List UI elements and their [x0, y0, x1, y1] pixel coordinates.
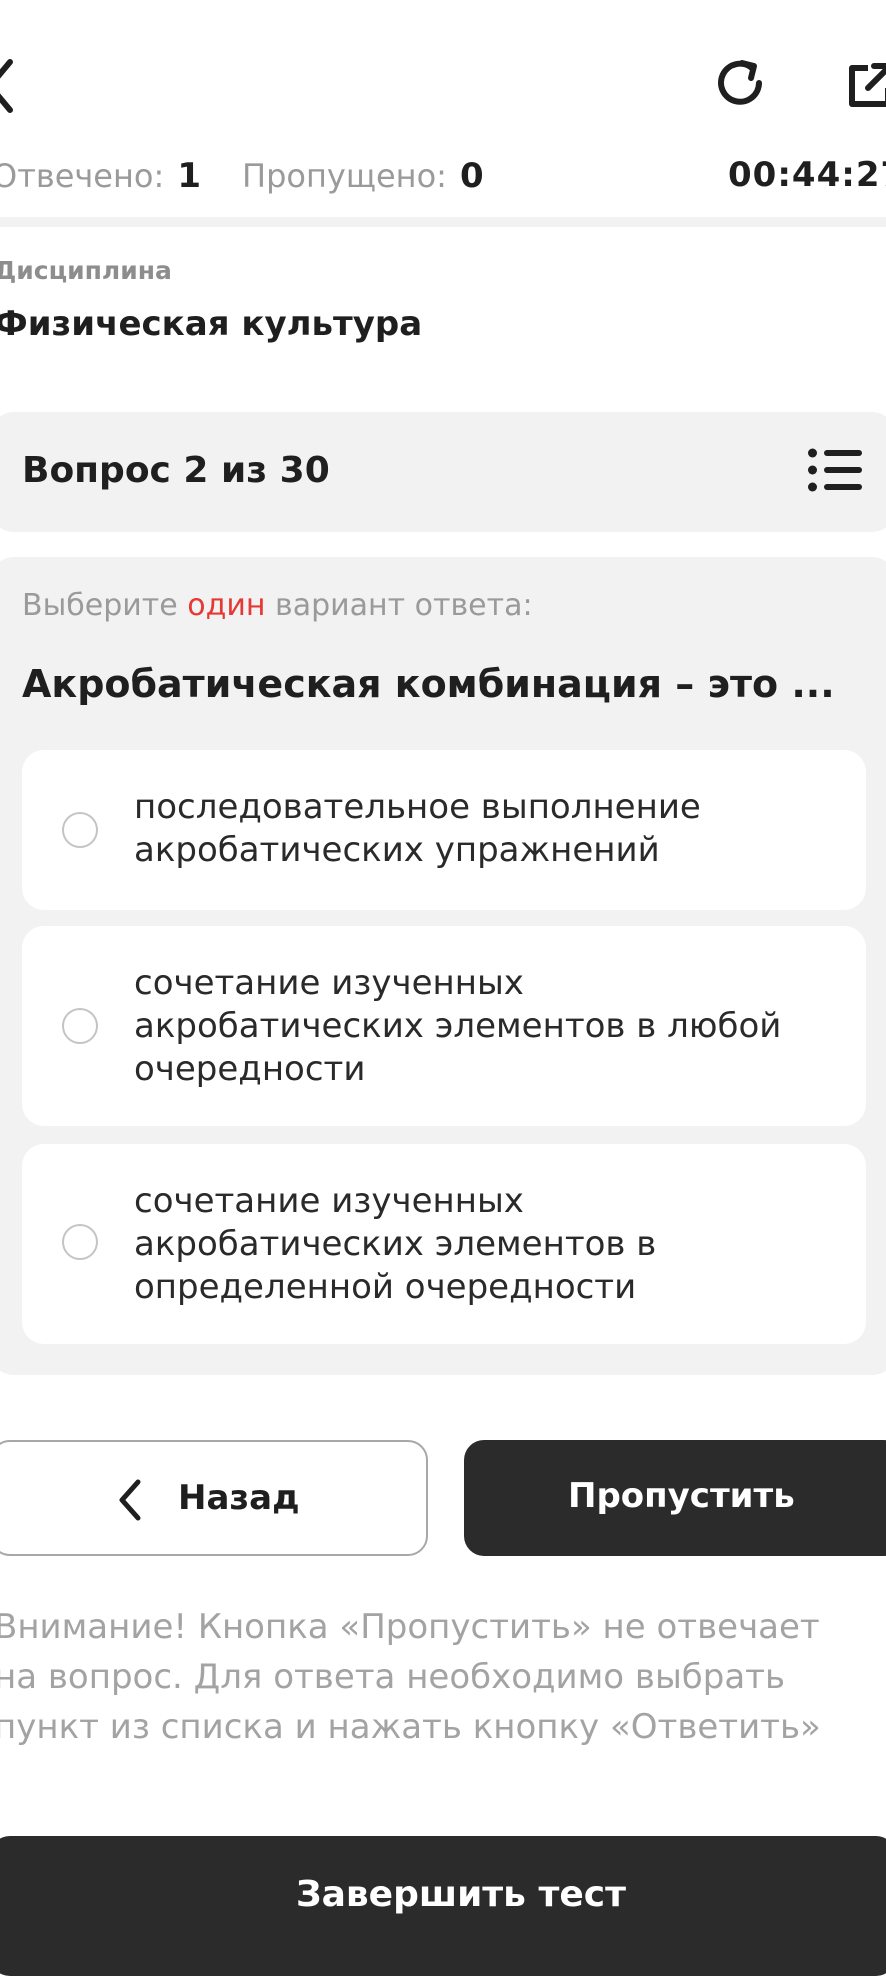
finish-test-button[interactable]: Завершить тест — [0, 1836, 886, 1976]
list-icon[interactable] — [808, 448, 862, 492]
question-number: Вопрос 2 из 30 — [22, 450, 330, 491]
timer: 00:44:27 — [728, 155, 886, 195]
answered-label: Отвечено: — [0, 157, 165, 195]
back-button[interactable]: Назад — [0, 1440, 428, 1556]
chevron-left-icon — [116, 1478, 144, 1522]
skipped-stat: Пропущено: 0 — [242, 156, 484, 196]
back-icon[interactable] — [0, 58, 16, 114]
discipline-caption: Дисциплина — [0, 256, 172, 285]
answer-option-1[interactable]: последовательное выполнение акробатическ… — [22, 750, 866, 910]
skip-button[interactable]: Пропустить — [464, 1440, 886, 1556]
external-link-icon[interactable] — [846, 60, 886, 110]
skipped-count: 0 — [460, 156, 484, 196]
back-button-label: Назад — [178, 1478, 300, 1518]
radio-button[interactable] — [62, 1224, 98, 1260]
radio-button[interactable] — [62, 812, 98, 848]
answered-count: 1 — [177, 156, 202, 196]
answer-option-2[interactable]: сочетание изученных акробатических элеме… — [22, 926, 866, 1126]
radio-button[interactable] — [62, 1008, 98, 1044]
answer-option-label: последовательное выполнение акробатическ… — [134, 787, 701, 870]
answer-option-label: сочетание изученных акробатических элеме… — [134, 963, 782, 1089]
instruction-suffix: вариант ответа: — [275, 588, 533, 623]
refresh-icon[interactable] — [712, 54, 770, 112]
discipline-name: Физическая культура — [0, 304, 423, 344]
instruction-prefix: Выберите — [22, 588, 178, 623]
answer-option-3[interactable]: сочетание изученных акробатических элеме… — [22, 1144, 866, 1344]
answer-option-label: сочетание изученных акробатических элеме… — [134, 1181, 657, 1307]
skipped-label: Пропущено: — [242, 157, 447, 195]
header-divider — [0, 217, 886, 227]
skip-button-label: Пропустить — [568, 1476, 795, 1516]
question-text: Акробатическая комбинация – это ... — [22, 662, 835, 706]
instruction-accent: один — [187, 588, 266, 623]
skip-notice: Внимание! Кнопка «Пропустить» не отвечае… — [0, 1607, 821, 1747]
answered-stat: Отвечено: 1 — [0, 156, 201, 196]
finish-test-label: Завершить тест — [296, 1874, 626, 1915]
answer-instruction: Выберите один вариант ответа: — [22, 588, 533, 623]
